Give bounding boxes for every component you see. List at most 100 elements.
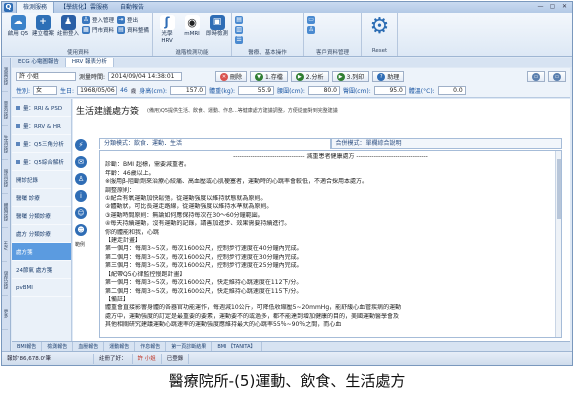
side-tab[interactable]: 體驗記錄 <box>2 194 8 228</box>
menu-item-clinic-record[interactable]: 開診記錄 <box>12 171 71 189</box>
people-icon[interactable]: ☻ <box>75 224 87 236</box>
tab-rest-report[interactable]: 作息報告 <box>135 342 167 351</box>
menu-item-q5-analysis[interactable]: 量：Q5綜合解析 <box>12 153 71 171</box>
face-icon[interactable]: ☺ <box>75 207 87 219</box>
tab-check-report[interactable]: 檢測報告 <box>42 342 74 351</box>
measure-time-field[interactable]: 2014/09/04 14:38:01 <box>108 72 183 81</box>
menu-item-24-solar-terms[interactable]: 24節氣 處方箋 <box>12 261 71 279</box>
side-tab[interactable]: 報告記錄 <box>2 160 8 194</box>
maximize-icon[interactable]: ▢ <box>548 3 557 11</box>
info-icon[interactable]: i <box>75 190 87 202</box>
side-tab[interactable]: 更多 <box>2 296 8 330</box>
analyze-icon: ▶ <box>295 72 304 81</box>
waist-field[interactable]: 80.0 <box>307 86 340 95</box>
side-tab[interactable]: 量表記錄 <box>2 92 8 126</box>
tab-exercise-report[interactable]: 運動報告 <box>104 342 136 351</box>
menu-item-prescription[interactable]: 處方箋 <box>12 243 71 261</box>
side-tab[interactable]: 生活記錄 <box>2 126 8 160</box>
medical-tool-button-3[interactable]: ☰ <box>235 35 244 44</box>
vertical-scrollbar[interactable] <box>555 151 561 337</box>
tab-category-mode[interactable]: 分類模式：飲食．運動．生活 <box>99 138 331 149</box>
client-tool-button-2[interactable]: ♙ <box>307 25 316 34</box>
live-check-button[interactable]: ▣ 即時檢測 <box>206 15 228 38</box>
tab-bmi-report[interactable]: BMI報告 <box>12 342 43 351</box>
grid-icon: ▤ <box>117 25 126 34</box>
mmri-button[interactable]: ◉ mMRI <box>181 15 203 38</box>
text-line: ※服用β-阻斷劑來治療心絞痛、高血壓或心肌梗塞者，運動時的心跳率會較低，不適合採… <box>105 178 369 186</box>
medical-tool-button-2[interactable]: ▥ <box>235 25 244 34</box>
medical-tool-button-1[interactable]: ▤ <box>235 15 244 24</box>
login-manage-button[interactable]: ♙ 登入管理 <box>82 15 114 24</box>
text-line: ②體動狀，可比長運走路線，從運動強度以維持水準就為原則。 <box>105 203 273 211</box>
extra-button-1[interactable]: ▭ <box>527 71 545 82</box>
register-login-button[interactable]: ♟ 註冊登入 <box>57 15 79 38</box>
chat-icon[interactable]: ✉ <box>75 156 87 168</box>
ribbon-tab-cloud[interactable]: 【學統化】雲服務 <box>54 2 114 13</box>
birth-label: 生日: <box>60 88 75 95</box>
patient-name-select[interactable]: 許 小姐 <box>16 72 76 81</box>
optical-hrv-button[interactable]: ʃ 光學 HRV <box>156 15 178 45</box>
tab-hrv-report[interactable]: HRV 報表分析 <box>65 58 114 67</box>
create-file-button[interactable]: + 建立檔案 <box>32 15 54 38</box>
tab-first-diagnosis[interactable]: 第一頁診斷結果 <box>166 342 213 351</box>
person-icon[interactable]: ♙ <box>75 173 87 185</box>
ribbon-tab-service[interactable]: 檢測服務 <box>16 2 55 13</box>
delete-button[interactable]: ✕ 刪除 <box>215 71 248 82</box>
logout-button[interactable]: ⇥ 登出 <box>117 15 149 24</box>
prescription-panel: 生活建議處方簽 (備用)Q5提供生活、飲食、運動、作息...等健康處方建議調整，… <box>73 99 570 341</box>
analyze-button[interactable]: ▶ 2.分析 <box>290 71 329 82</box>
tab-bp-report[interactable]: 血壓報告 <box>73 342 105 351</box>
menu-item-rri-psd[interactable]: 量：RRI & PSD <box>12 99 71 117</box>
birth-field[interactable]: 1968/05/06 <box>77 86 118 95</box>
menu-item-rrv-hr[interactable]: 量：RRV & HR <box>12 117 71 135</box>
tab-ecg-report[interactable]: ECG 心電圖報告 <box>12 58 66 67</box>
lightning-icon[interactable]: ⚡ <box>75 139 87 151</box>
assistant-button[interactable]: ? 助理 <box>372 71 405 82</box>
store-data-button[interactable]: ▦ 門市資料 <box>82 25 114 34</box>
height-field[interactable]: 157.0 <box>170 86 207 95</box>
temp-field[interactable]: 0.0 <box>437 86 466 95</box>
text-line: 調整原則： <box>105 186 136 194</box>
menu-item-order[interactable]: 醫囑 診療 <box>12 189 71 207</box>
page-title: 生活建議處方簽 <box>76 106 140 117</box>
ribbon-tab-report[interactable]: 自動報告 <box>114 2 150 13</box>
waist-label: 腰圍(cm): <box>277 88 305 95</box>
text-line: 【建走計畫】 <box>105 237 142 245</box>
reset-button-label[interactable]: Reset <box>372 48 387 56</box>
ribbon-group-title: 進階檢測功能 <box>175 50 209 56</box>
scrollbar-thumb[interactable] <box>557 159 561 219</box>
window-controls: — ▢ ✕ <box>536 3 569 11</box>
prescription-textarea[interactable]: --------------------------------- 減重患者健康… <box>99 150 562 338</box>
enable-q5-button[interactable]: ☁ 啟用 Q5 <box>7 15 29 38</box>
side-tab[interactable]: 測量記錄 <box>2 58 8 92</box>
close-icon[interactable]: ✕ <box>560 3 569 11</box>
tab-merged-mode[interactable]: 合併模式：單欄綜合說明 <box>330 138 562 149</box>
current-user: 許 小姐 <box>133 353 162 364</box>
menu-item-pvbmi[interactable]: pvBMI <box>12 279 71 297</box>
print-button[interactable]: ▶ 3.列印 <box>331 71 370 82</box>
weight-field[interactable]: 55.9 <box>238 86 275 95</box>
hip-field[interactable]: 95.0 <box>373 86 406 95</box>
ribbon-group-title: 客戶資料管理 <box>316 50 350 56</box>
menu-item-order-category[interactable]: 醫囑 分類診療 <box>12 207 71 225</box>
text-line: 其他相關研究建議運動心跳速率的運動強度應維持最大的心跳率55％~90％之間，而心… <box>105 321 342 329</box>
people-icon: ♙ <box>307 25 316 34</box>
menu-item-prescription-category[interactable]: 處方 分類診療 <box>12 225 71 243</box>
gear-icon[interactable]: ⚙ <box>368 15 392 39</box>
mode-tabs: 分類模式：飲食．運動．生活 合併模式：單欄綜合說明 <box>99 138 562 149</box>
minimize-icon[interactable]: — <box>536 3 545 11</box>
analysis-side-menu: 量：RRI & PSD 量：RRV & HR 量：Q5三角分析 量：Q5綜合解析… <box>12 99 72 341</box>
side-tab[interactable]: 儲存記錄 <box>2 262 8 296</box>
tab-bmi-tanita[interactable]: BMI 【TANITA】 <box>212 342 262 351</box>
save-button[interactable]: ▼ 1.存檔 <box>250 71 288 82</box>
side-tab[interactable]: HRV <box>2 228 7 262</box>
document-tabs: ECG 心電圖報告 HRV 報表分析 <box>12 58 572 67</box>
client-tool-button-1[interactable]: ▭ <box>307 15 316 24</box>
patient-info-bar: 許 小姐 測量時間: 2014/09/04 14:38:01 ✕ 刪除 ▼ 1.存檔… <box>12 68 570 98</box>
data-prep-button[interactable]: ▤ 資料整備 <box>117 25 149 34</box>
gender-select[interactable]: 女 <box>33 86 58 95</box>
text-line: 體重會直接影響身體的各器官功能運作，每週減10公斤，可降低收縮壓5~20mmHg… <box>105 304 402 312</box>
title-bar: Q 檢測服務 【學統化】雲服務 自動報告 — ▢ ✕ <box>2 2 572 13</box>
menu-item-q5-triangle[interactable]: 量：Q5三角分析 <box>12 135 71 153</box>
extra-button-2[interactable]: ▭ <box>548 71 566 82</box>
